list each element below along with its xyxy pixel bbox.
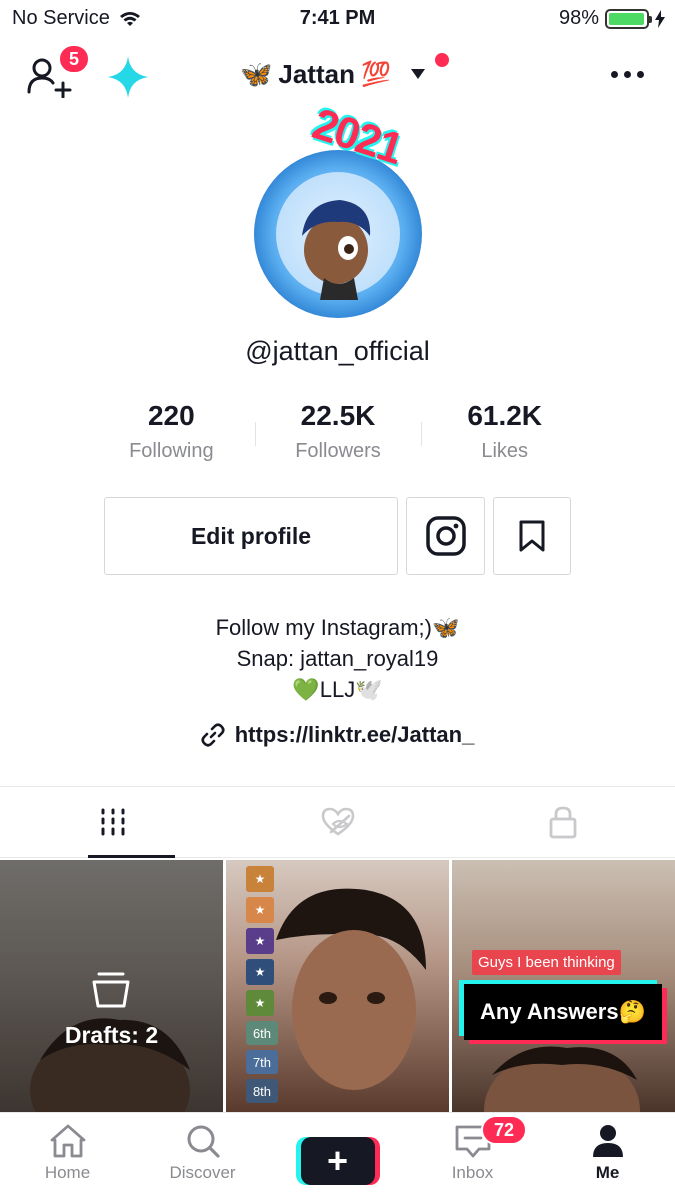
- battery-fill: [609, 12, 645, 25]
- top-nav: 5 🦋 Jattan 💯: [0, 40, 675, 112]
- favorites-button[interactable]: [493, 497, 571, 575]
- drafts-label: Drafts: 2: [64, 1022, 159, 1048]
- caption-big: Any Answers🤔: [464, 984, 662, 1040]
- nav-label: Me: [595, 1163, 620, 1182]
- video-tile[interactable]: Guys I been thinking Any Answers🤔: [452, 860, 675, 1112]
- stat-likes[interactable]: 61.2K Likes: [421, 400, 588, 470]
- profile-stats: 220 Following 22.5K Followers 61.2K Like…: [88, 400, 588, 470]
- avatar-illustration: [276, 172, 400, 300]
- rank-label: 7th: [246, 1050, 278, 1074]
- avatar: [254, 150, 422, 318]
- liked-hidden-icon: [321, 807, 354, 836]
- stat-value: 220: [147, 400, 195, 431]
- chevron-down-icon: [410, 69, 425, 79]
- bio-line: 💚LLJ🕊️: [292, 677, 383, 702]
- more-options-button[interactable]: [607, 62, 647, 86]
- create-button[interactable]: +: [300, 1137, 375, 1185]
- stat-label: Likes: [481, 440, 529, 462]
- home-icon: [50, 1124, 85, 1158]
- account-name: Jattan: [278, 58, 355, 89]
- content-tabs: [0, 786, 675, 858]
- stat-following[interactable]: 220 Following: [88, 400, 255, 470]
- medal-badge: ★: [246, 990, 274, 1016]
- notification-badge: 5: [58, 44, 90, 74]
- medal-badge: ★: [246, 866, 274, 892]
- medal-badge: ★: [246, 928, 274, 954]
- inbox-badge: 72: [481, 1115, 527, 1145]
- stat-followers[interactable]: 22.5K Followers: [255, 400, 422, 470]
- tab-liked[interactable]: [225, 787, 450, 857]
- bottom-nav: Home Discover + Inbox 72 Me: [0, 1112, 675, 1200]
- nav-discover[interactable]: Discover: [135, 1113, 270, 1200]
- battery-percent: 98%: [558, 7, 599, 29]
- nav-me[interactable]: Me: [540, 1113, 675, 1200]
- stat-value: 61.2K: [467, 400, 543, 431]
- lock-icon: [549, 806, 576, 839]
- username: @jattan_official: [245, 336, 430, 366]
- hundred-emoji: 💯: [360, 60, 391, 88]
- bookmark-icon: [519, 520, 545, 552]
- nav-label: Discover: [169, 1163, 236, 1182]
- charging-icon: [655, 9, 665, 28]
- drafts-tile[interactable]: Drafts: 2: [0, 860, 223, 1112]
- rank-list: ★ ★ ★ ★ ★ 6th 7th 8th: [246, 866, 278, 1103]
- nav-inbox[interactable]: Inbox 72: [405, 1113, 540, 1200]
- nav-create[interactable]: +: [270, 1113, 405, 1200]
- plus-icon: +: [326, 1140, 349, 1181]
- caption-small: Guys I been thinking: [472, 950, 621, 975]
- account-alert-dot: [435, 53, 449, 67]
- nav-label: Inbox: [451, 1163, 494, 1182]
- search-icon: [187, 1125, 220, 1158]
- medal-badge: ★: [246, 959, 274, 985]
- dot-icon: [610, 70, 618, 78]
- dot-icon: [623, 70, 631, 78]
- rank-label: 8th: [246, 1079, 278, 1103]
- tab-private[interactable]: [450, 787, 675, 857]
- sparkle-icon: [108, 56, 148, 98]
- rank-label: 6th: [246, 1021, 278, 1045]
- nav-label: Home: [44, 1163, 91, 1182]
- profile-bio: Follow my Instagram;)🦋 Snap: jattan_roya…: [0, 612, 675, 705]
- nav-home[interactable]: Home: [0, 1113, 135, 1200]
- dot-icon: [636, 70, 644, 78]
- video-grid: Drafts: 2 ★ ★ ★ ★ ★ 6th 7th 8th Guys I b…: [0, 860, 675, 1112]
- grid-icon: [101, 808, 124, 836]
- bio-line: Snap: jattan_royal19: [236, 646, 439, 671]
- video-tile[interactable]: ★ ★ ★ ★ ★ 6th 7th 8th: [226, 860, 449, 1112]
- account-switcher[interactable]: 🦋 Jattan 💯: [240, 54, 427, 94]
- instagram-button[interactable]: [406, 497, 485, 575]
- bio-line: Follow my Instagram;)🦋: [215, 615, 460, 640]
- edit-profile-button[interactable]: Edit profile: [104, 497, 398, 575]
- avatar-button[interactable]: [254, 150, 422, 318]
- stat-label: Following: [129, 440, 214, 462]
- battery-icon: [605, 8, 652, 29]
- medal-badge: ★: [246, 897, 274, 923]
- link-icon: [201, 723, 225, 747]
- butterfly-emoji: 🦋: [240, 58, 273, 89]
- tab-videos[interactable]: [0, 787, 225, 858]
- bio-link[interactable]: https://linktr.ee/Jattan_: [0, 722, 675, 748]
- status-bar: No Service 7:41 PM 98%: [0, 0, 675, 40]
- stat-label: Followers: [295, 440, 381, 462]
- link-text: https://linktr.ee/Jattan_: [234, 722, 475, 747]
- status-right: 98%: [559, 7, 665, 30]
- stat-value: 22.5K: [300, 400, 376, 431]
- instagram-icon: [425, 516, 466, 556]
- sparkle-button[interactable]: [108, 56, 148, 98]
- drafts-icon: [92, 972, 130, 1008]
- profile-icon: [592, 1125, 623, 1157]
